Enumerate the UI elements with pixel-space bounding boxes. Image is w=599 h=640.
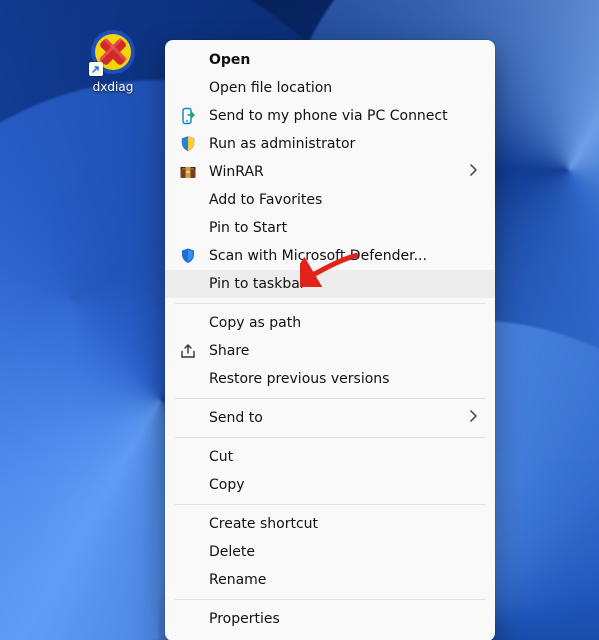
icon-slot-empty xyxy=(179,370,197,388)
menu-item-label: Scan with Microsoft Defender... xyxy=(209,247,481,265)
menu-item-create-shortcut[interactable]: Create shortcut xyxy=(165,510,495,538)
icon-slot-empty xyxy=(179,571,197,589)
menu-item-cut[interactable]: Cut xyxy=(165,443,495,471)
defender-shield-icon xyxy=(179,247,197,265)
menu-item-rename[interactable]: Rename xyxy=(165,566,495,594)
menu-item-open[interactable]: Open xyxy=(165,46,495,74)
menu-item-share[interactable]: Share xyxy=(165,337,495,365)
icon-slot-empty xyxy=(179,219,197,237)
icon-slot-empty xyxy=(179,79,197,97)
menu-item-label: Share xyxy=(209,342,481,360)
menu-item-label: Pin to Start xyxy=(209,219,481,237)
menu-item-label: Send to xyxy=(209,409,457,427)
desktop-shortcut-dxdiag[interactable]: dxdiag xyxy=(78,28,148,94)
menu-item-label: Open file location xyxy=(209,79,481,97)
menu-item-delete[interactable]: Delete xyxy=(165,538,495,566)
menu-item-label: Cut xyxy=(209,448,481,466)
menu-item-copy-as-path[interactable]: Copy as path xyxy=(165,309,495,337)
menu-item-label: Delete xyxy=(209,543,481,561)
menu-item-label: Add to Favorites xyxy=(209,191,481,209)
menu-item-properties[interactable]: Properties xyxy=(165,605,495,633)
chevron-right-icon xyxy=(469,409,481,427)
menu-item-label: Pin to taskbar xyxy=(209,275,481,293)
menu-item-pin-to-taskbar[interactable]: Pin to taskbar xyxy=(165,270,495,298)
icon-slot-empty xyxy=(179,476,197,494)
menu-separator xyxy=(175,303,485,304)
desktop-shortcut-label: dxdiag xyxy=(78,80,148,94)
menu-item-scan-with-microsoft-defender[interactable]: Scan with Microsoft Defender... xyxy=(165,242,495,270)
icon-slot-empty xyxy=(179,543,197,561)
menu-item-open-file-location[interactable]: Open file location xyxy=(165,74,495,102)
menu-separator xyxy=(175,437,485,438)
icon-slot-empty xyxy=(179,275,197,293)
menu-item-send-to[interactable]: Send to xyxy=(165,404,495,432)
icon-slot-empty xyxy=(179,191,197,209)
menu-item-label: Restore previous versions xyxy=(209,370,481,388)
menu-item-add-to-favorites[interactable]: Add to Favorites xyxy=(165,186,495,214)
menu-item-label: WinRAR xyxy=(209,163,457,181)
icon-slot-empty xyxy=(179,409,197,427)
menu-item-copy[interactable]: Copy xyxy=(165,471,495,499)
menu-item-send-to-my-phone-via-pc-connect[interactable]: Send to my phone via PC Connect xyxy=(165,102,495,130)
menu-item-label: Properties xyxy=(209,610,481,628)
menu-item-run-as-administrator[interactable]: Run as administrator xyxy=(165,130,495,158)
menu-item-label: Send to my phone via PC Connect xyxy=(209,107,481,125)
menu-item-pin-to-start[interactable]: Pin to Start xyxy=(165,214,495,242)
menu-item-label: Rename xyxy=(209,571,481,589)
menu-separator xyxy=(175,398,485,399)
menu-item-restore-previous-versions[interactable]: Restore previous versions xyxy=(165,365,495,393)
menu-separator xyxy=(175,504,485,505)
shield-admin-icon xyxy=(179,135,197,153)
icon-slot-empty xyxy=(179,610,197,628)
menu-item-label: Run as administrator xyxy=(209,135,481,153)
menu-separator xyxy=(175,599,485,600)
icon-slot-empty xyxy=(179,314,197,332)
icon-slot-empty xyxy=(179,515,197,533)
winrar-icon xyxy=(179,163,197,181)
menu-item-label: Copy xyxy=(209,476,481,494)
menu-item-label: Open xyxy=(209,51,481,69)
menu-item-label: Copy as path xyxy=(209,314,481,332)
phone-send-icon xyxy=(179,107,197,125)
dxdiag-x-icon xyxy=(89,28,137,76)
share-icon xyxy=(179,342,197,360)
menu-item-winrar[interactable]: WinRAR xyxy=(165,158,495,186)
shortcut-arrow-icon xyxy=(89,62,103,76)
context-menu: Open Open file location Send to my phone v… xyxy=(165,40,495,640)
icon-slot-empty xyxy=(179,51,197,69)
icon-slot-empty xyxy=(179,448,197,466)
menu-item-label: Create shortcut xyxy=(209,515,481,533)
chevron-right-icon xyxy=(469,163,481,181)
